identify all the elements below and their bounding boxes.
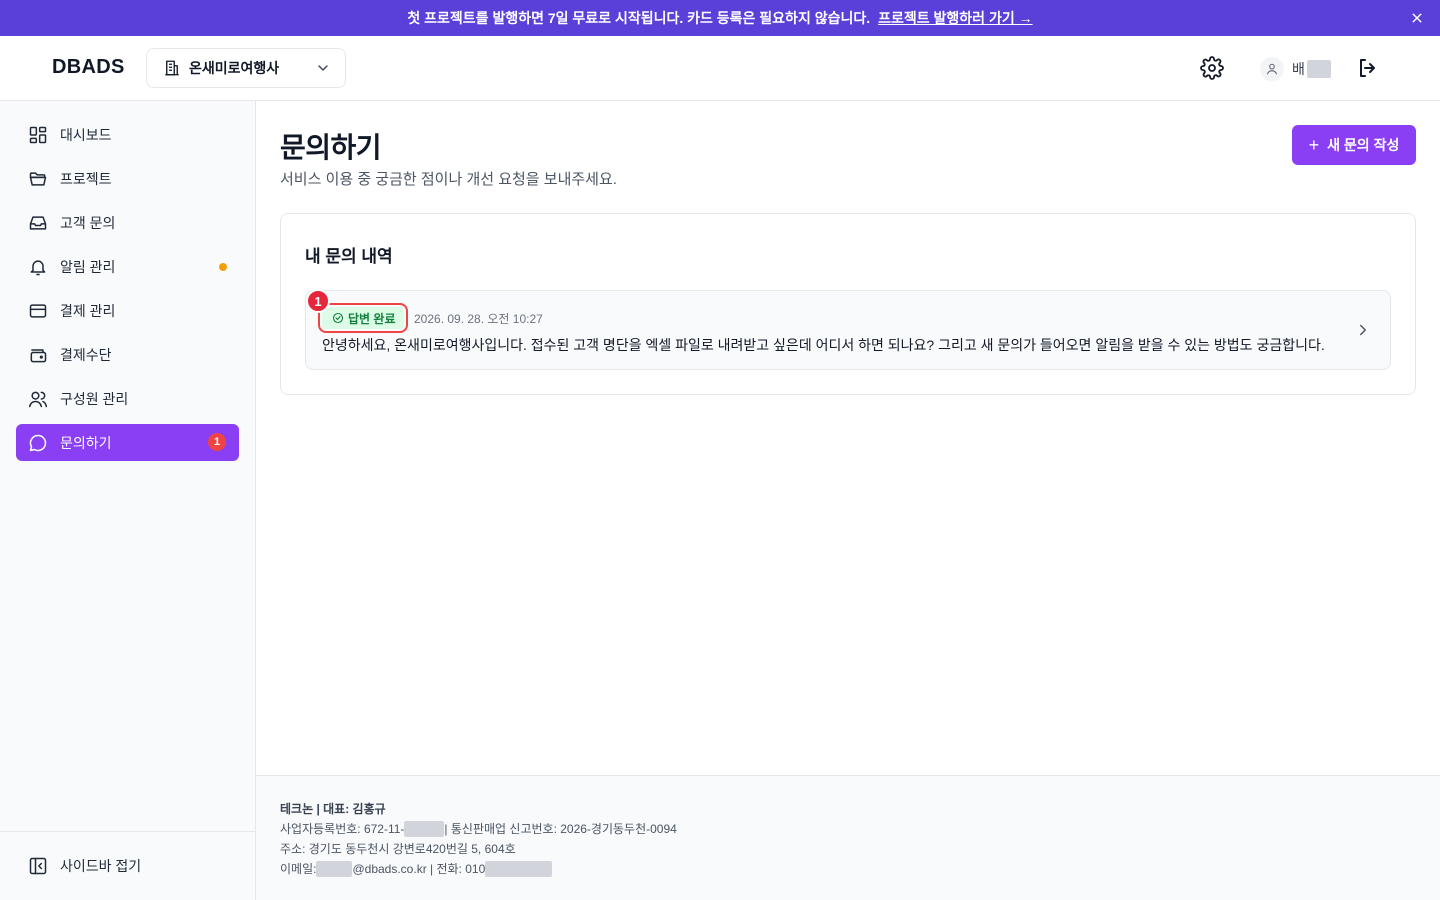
inquiry-date: 2026. 09. 28. 오전 10:27 <box>414 312 543 326</box>
sidebar: 대시보드 프로젝트 고객 문의 알림 관리 결제 관리 결제수단 구성원 관리 … <box>0 101 256 900</box>
sidebar-divider <box>0 831 255 832</box>
top-header: DBADS 온새미로여행사 배 <box>0 36 1440 101</box>
redacted-block <box>316 860 353 877</box>
sidebar-item-label: 결제 관리 <box>60 302 116 319</box>
redacted-block <box>404 820 445 837</box>
chat-icon <box>29 434 47 451</box>
chevron-down-icon <box>318 65 328 71</box>
sidebar-item-notifications[interactable]: 알림 관리 <box>16 248 239 285</box>
unread-badge: 1 <box>208 433 226 451</box>
notification-dot <box>219 263 227 271</box>
collapse-label: 사이드바 접기 <box>60 858 142 874</box>
sidebar-item-label: 고객 문의 <box>60 214 116 231</box>
sidebar-item-label: 알림 관리 <box>60 258 116 275</box>
inquiry-text: 안녕하세요, 온새미로여행사입니다. 접수된 고객 명단을 엑셀 파일로 내려받… <box>322 337 1325 353</box>
user-icon <box>1266 63 1278 75</box>
sidebar-item-projects[interactable]: 프로젝트 <box>16 160 239 197</box>
sidebar-item-label: 구성원 관리 <box>60 390 129 407</box>
chevron-right-icon <box>1360 324 1366 336</box>
inquiry-history-card: 내 문의 내역 답변 완료 1 2026. 09. 28. 오전 10:27 안… <box>280 213 1416 395</box>
sidebar-item-label: 프로젝트 <box>60 170 112 187</box>
footer-address: 주소: 경기도 동두천시 강변로420번길 5, 604호 <box>280 842 516 856</box>
inquiry-item[interactable]: 답변 완료 1 2026. 09. 28. 오전 10:27 안녕하세요, 온새… <box>305 289 1391 370</box>
promo-banner: 첫 프로젝트를 발행하면 7일 무료로 시작됩니다. 카드 등록은 필요하지 않… <box>0 0 1440 36</box>
sidebar-item-dashboard[interactable]: 대시보드 <box>16 116 239 153</box>
biz-suffix: | 통신판매업 신고번호: 2026-경기동두천-0094 <box>444 822 677 836</box>
footer-contact: 이메일: @dbads.co.kr | 전화: 010 <box>280 860 553 877</box>
status-text: 답변 완료 <box>348 311 396 326</box>
user-name-text: 배 <box>1292 61 1305 77</box>
page-subtitle: 서비스 이용 중 궁금한 점이나 개선 요청을 보내주세요. <box>280 171 617 188</box>
avatar[interactable] <box>1260 57 1284 81</box>
settings-gear-icon[interactable] <box>1200 56 1224 80</box>
annotation-marker: 1 <box>306 289 330 313</box>
org-name: 온새미로여행사 <box>189 60 280 76</box>
status-badge: 답변 완료 <box>318 303 408 333</box>
users-icon <box>28 391 48 407</box>
collapse-sidebar-button[interactable]: 사이드바 접기 <box>16 846 239 886</box>
inbox-icon <box>29 215 47 230</box>
sidebar-item-label: 대시보드 <box>60 126 112 143</box>
sidebar-item-label: 문의하기 <box>60 434 112 451</box>
page-title: 문의하기 <box>280 132 382 163</box>
redacted-name <box>1306 60 1331 78</box>
check-circle-icon <box>332 312 344 324</box>
folder-icon <box>29 171 47 186</box>
new-inquiry-button[interactable]: + 새 문의 작성 <box>1292 125 1416 165</box>
redacted-block <box>485 860 553 877</box>
sidebar-item-contact[interactable]: 문의하기 1 <box>16 424 239 461</box>
card-title: 내 문의 내역 <box>305 247 393 266</box>
email-prefix: 이메일: <box>280 862 317 876</box>
sidebar-item-members[interactable]: 구성원 관리 <box>16 380 239 417</box>
footer-company: 테크논 | 대표: 김홍규 <box>280 802 386 816</box>
sidebar-item-payment-methods[interactable]: 결제수단 <box>16 336 239 373</box>
wallet-icon <box>30 348 47 362</box>
biz-prefix: 사업자등록번호: 672-11- <box>280 822 405 836</box>
new-inquiry-label: 새 문의 작성 <box>1327 137 1400 153</box>
footer: 테크논 | 대표: 김홍규 사업자등록번호: 672-11- | 통신판매업 신… <box>256 775 1440 900</box>
plus-icon: + <box>1308 135 1320 155</box>
logout-icon[interactable] <box>1356 56 1380 80</box>
email-suffix: @dbads.co.kr | 전화: 010 <box>352 862 486 876</box>
banner-link[interactable]: 프로젝트 발행하러 가기 → <box>878 8 1032 28</box>
app-logo[interactable]: DBADS <box>52 56 125 79</box>
building-icon <box>165 60 179 76</box>
banner-text: 첫 프로젝트를 발행하면 7일 무료로 시작됩니다. 카드 등록은 필요하지 않… <box>407 10 871 26</box>
sidebar-item-billing[interactable]: 결제 관리 <box>16 292 239 329</box>
close-icon[interactable] <box>1408 9 1426 27</box>
org-selector[interactable]: 온새미로여행사 <box>146 48 346 88</box>
sidebar-collapse-icon <box>29 857 47 875</box>
user-name[interactable]: 배 <box>1292 59 1331 79</box>
bell-icon <box>30 259 46 275</box>
sidebar-item-customer-inquiries[interactable]: 고객 문의 <box>16 204 239 241</box>
footer-biz-number: 사업자등록번호: 672-11- | 통신판매업 신고번호: 2026-경기동두… <box>280 820 677 837</box>
dashboard-icon <box>29 126 47 143</box>
credit-card-icon <box>29 303 47 318</box>
sidebar-item-label: 결제수단 <box>60 346 112 363</box>
